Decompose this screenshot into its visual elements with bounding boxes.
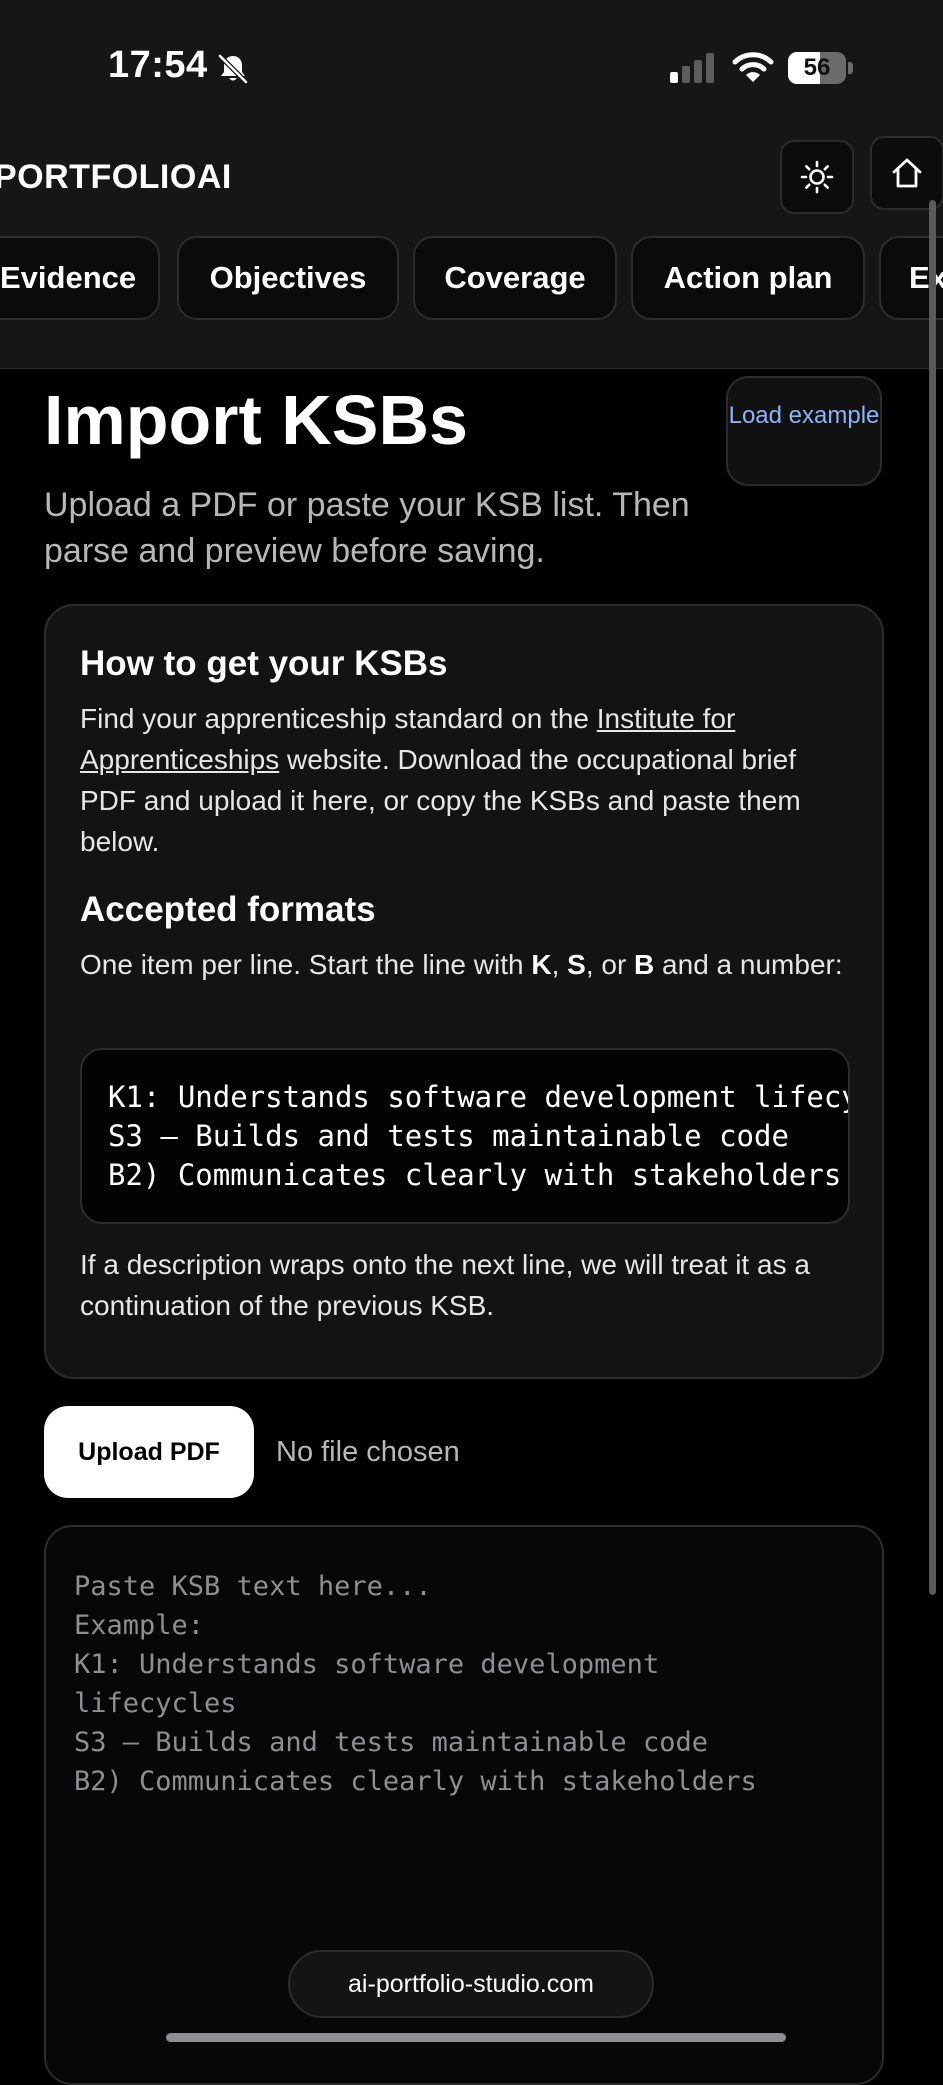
page-title: Import KSBs [44,381,468,459]
tab-objectives[interactable]: Objectives [177,236,399,320]
load-example-button[interactable]: Load example [726,376,882,486]
formats-heading: Accepted formats [80,890,376,929]
placeholder-line: lifecycles [74,1688,237,1719]
code-line: K1: Understands software development lif… [108,1080,850,1114]
battery-percent: 56 [803,54,831,81]
placeholder-line: S3 – Builds and tests maintainable code [74,1727,708,1758]
battery-icon: 56 [788,52,854,84]
browser-url-bar[interactable]: ai-portfolio-studio.com [288,1950,654,2018]
home-button[interactable] [870,136,943,210]
formats-description: One item per line. Start the line with K… [80,944,850,985]
cellular-signal-icon [670,53,714,83]
tab-evidence[interactable]: Evidence [0,236,160,320]
code-line: B2) Communicates clearly with stakeholde… [108,1158,842,1192]
home-icon [892,158,922,188]
continuation-note: If a description wraps onto the next lin… [80,1249,810,1321]
ksb-guide-card: How to get your KSBs Find your apprentic… [44,604,884,1379]
file-status: No file chosen [276,1436,460,1468]
placeholder-line: B2) Communicates clearly with stakeholde… [74,1766,757,1797]
format-k: K [531,949,552,980]
format-s: S [567,949,586,980]
guide-heading: How to get your KSBs [80,644,448,683]
format-sep-2: , or [585,949,635,980]
wifi-icon [732,52,774,82]
home-indicator[interactable] [166,2033,786,2042]
placeholder-line: Example: [74,1610,205,1641]
format-examples-code[interactable]: K1: Understands software development lif… [80,1048,850,1224]
tab-coverage[interactable]: Coverage [413,236,617,320]
nav-tabs: Evidence Objectives Coverage Action plan… [0,236,943,326]
format-b: B [634,949,655,980]
page-subtitle: Upload a PDF or paste your KSB list. The… [44,486,690,570]
theme-toggle-button[interactable] [780,140,854,214]
format-sep-1: , [551,949,568,980]
placeholder-line: Paste KSB text here... [74,1571,432,1602]
app-header: PORTFOLIOAI Evidence Objectives Coverage… [0,136,943,369]
sun-icon [800,160,834,194]
placeholder-line: K1: Understands software development [74,1649,660,1680]
code-line: S3 – Builds and tests maintainable code [108,1119,789,1153]
scrollbar[interactable] [929,200,936,1595]
upload-pdf-button[interactable]: Upload PDF [44,1406,254,1498]
bell-slash-icon [218,54,248,84]
brand-logo[interactable]: PORTFOLIOAI [0,158,232,197]
guide-intro-before: Find your apprenticeship standard on the [80,703,597,734]
tab-action-plan[interactable]: Action plan [631,236,865,320]
status-time: 17:54 [108,44,208,86]
status-bar: 17:54 56 [0,0,943,140]
formats-text-end: and a number: [654,949,843,980]
guide-intro: Find your apprenticeship standard on the… [80,698,850,862]
formats-text-start: One item per line. Start the line with [80,949,532,980]
